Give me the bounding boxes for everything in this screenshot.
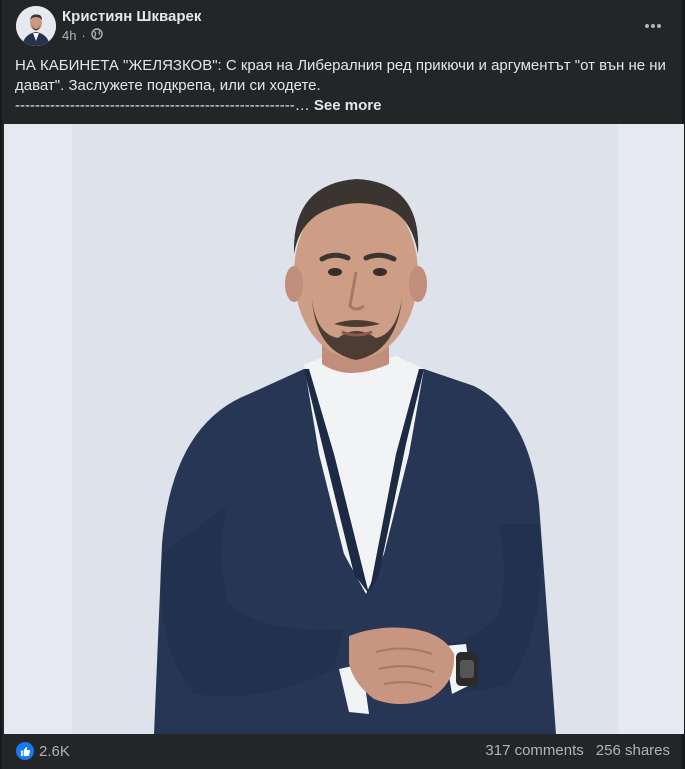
dashes-text: ----------------------------------------… [15, 97, 295, 114]
comments-count[interactable]: 317 comments [485, 742, 583, 759]
post-text: НА КАБИНЕТА "ЖЕЛЯЗКОВ": С края на Либера… [15, 56, 671, 116]
post-footer: 2.6K 317 comments 256 shares [2, 734, 682, 769]
post-text-body: НА КАБИНЕТА "ЖЕЛЯЗКОВ": С края на Либера… [15, 57, 666, 94]
post-timestamp[interactable]: 4h [62, 28, 76, 43]
post-header: Кристиян Шкварек 4h · [2, 0, 682, 50]
like-icon [16, 742, 34, 760]
more-options-button[interactable] [638, 10, 668, 40]
post-photo[interactable] [4, 124, 684, 734]
shares-count[interactable]: 256 shares [596, 742, 670, 759]
author-name[interactable]: Кристиян Шкварек [62, 8, 201, 25]
post-card: Кристиян Шкварек 4h · НА КАБИНЕТА "ЖЕЛЯЗ… [2, 0, 684, 769]
meta-separator: · [81, 28, 86, 43]
post-meta: 4h · [62, 28, 103, 43]
globe-icon [91, 28, 103, 43]
reaction-count: 2.6K [39, 742, 70, 760]
ellipsis: … [294, 97, 310, 114]
post-stats: 317 comments 256 shares [485, 742, 670, 759]
avatar[interactable] [16, 6, 56, 46]
see-more-link[interactable]: See more [314, 97, 382, 114]
post-text-dashes: ----------------------------------------… [15, 96, 671, 116]
more-horizontal-icon [644, 16, 662, 34]
reactions-summary[interactable]: 2.6K [16, 742, 70, 760]
